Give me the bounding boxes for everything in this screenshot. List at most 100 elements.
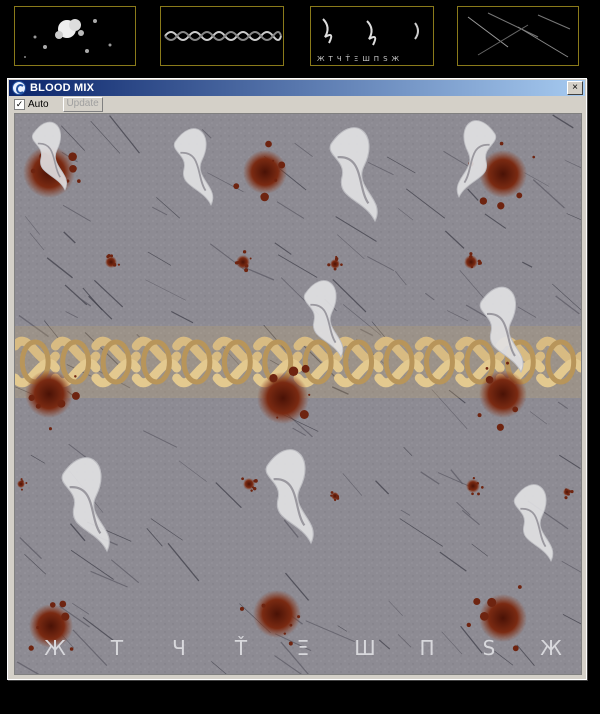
blood-droplet <box>472 476 476 480</box>
blood-droplet <box>20 480 23 483</box>
blood-droplet <box>25 481 28 484</box>
blood-splatter <box>25 370 73 418</box>
blood-droplet <box>517 585 522 589</box>
thumbnail-scratches[interactable] <box>457 6 579 66</box>
blood-droplet <box>288 641 293 646</box>
blood-droplet <box>241 477 244 481</box>
blood-droplet <box>512 406 519 413</box>
rune-glyph: Ѕ <box>483 636 496 660</box>
blood-droplet <box>20 478 23 481</box>
blood-droplet <box>77 179 81 183</box>
tribal-glyphs-preview: ЖТЧŤΞШΠЅЖ <box>317 18 419 63</box>
blood-droplet <box>274 178 278 182</box>
blood-droplet <box>68 152 77 161</box>
texture-thumbnail-strip: ЖТЧŤΞШΠЅЖ <box>0 0 600 76</box>
blood-droplet <box>30 168 36 174</box>
blood-droplet <box>112 263 117 267</box>
blood-droplet <box>271 159 275 162</box>
blood-splatter <box>479 370 527 418</box>
auto-checkbox-label[interactable]: Auto <box>28 99 49 110</box>
blood-droplet <box>469 252 473 256</box>
blood-droplet <box>564 488 568 491</box>
rune-glyph: Π <box>419 636 434 660</box>
blood-droplet <box>74 375 77 378</box>
blood-droplet <box>244 264 249 268</box>
update-button[interactable]: Update <box>62 96 103 112</box>
blood-splatter-preview <box>24 19 112 58</box>
blood-droplet <box>567 493 570 496</box>
rune-glyph: Ť <box>234 636 248 660</box>
texture-preview-canvas[interactable]: ЖТЧŤΞШΠЅЖ <box>14 113 582 675</box>
blood-droplet <box>59 600 67 608</box>
blood-droplet <box>297 615 301 619</box>
blood-droplet <box>308 393 311 396</box>
blood-droplet <box>469 254 473 259</box>
blood-splatter <box>330 259 340 269</box>
blood-droplet <box>110 254 114 258</box>
blood-droplet <box>261 603 266 608</box>
blood-droplet <box>570 490 574 494</box>
bottom-bar <box>0 684 600 714</box>
rune-glyph: Ш <box>354 636 375 660</box>
blood-droplet <box>236 260 240 264</box>
blood-splatter <box>253 590 301 638</box>
auto-checkbox[interactable]: ✓ <box>14 98 25 110</box>
blood-droplet <box>283 632 287 635</box>
rune-glyph: Т <box>110 636 124 660</box>
blood-droplet <box>69 647 74 651</box>
blood-droplet <box>481 486 484 489</box>
blood-droplet <box>479 611 489 621</box>
toolbar: ✓ Auto Update <box>10 96 584 112</box>
thumbnail-blood-splatter[interactable] <box>14 6 136 66</box>
blood-droplet <box>477 492 480 496</box>
thumbnail-celtic-knot[interactable] <box>160 6 284 66</box>
blood-droplet <box>471 492 474 496</box>
blood-droplet <box>48 427 52 431</box>
blood-droplet <box>485 367 489 370</box>
blood-splatter <box>466 479 480 493</box>
blood-droplet <box>117 263 121 266</box>
blood-droplet <box>260 192 269 202</box>
blood-droplet <box>487 597 497 607</box>
blood-droplet <box>516 192 523 199</box>
rune-glyph: Ж <box>540 636 562 660</box>
blood-droplet <box>477 413 482 418</box>
blood-mix-texture: ЖТЧŤΞШΠЅЖ <box>15 114 581 674</box>
blood-droplet <box>499 141 504 146</box>
blood-droplet <box>269 374 278 383</box>
blood-droplet <box>340 263 343 266</box>
blood-droplet <box>249 257 252 260</box>
blood-splatter <box>243 150 287 194</box>
blood-droplet <box>250 489 253 492</box>
blood-droplet <box>330 491 334 494</box>
celtic-knot-preview <box>164 31 282 41</box>
blood-droplet <box>35 403 41 409</box>
svg-text:ЖТЧŤΞШΠЅЖ: ЖТЧŤΞШΠЅЖ <box>317 54 403 63</box>
blood-droplet <box>466 622 471 628</box>
rune-glyph: Ж <box>44 636 66 660</box>
blood-droplet <box>288 366 299 377</box>
blood-droplet <box>335 255 338 259</box>
blood-droplet <box>278 161 286 169</box>
blood-droplet <box>69 164 77 173</box>
blood-droplet <box>470 265 474 269</box>
blood-droplet <box>330 494 333 497</box>
blood-droplet <box>512 645 519 652</box>
blood-droplet <box>299 410 309 419</box>
close-button[interactable]: × <box>567 81 583 95</box>
rune-row: ЖТЧŤΞШΠЅЖ <box>44 636 562 660</box>
blood-droplet <box>28 394 35 401</box>
blood-mix-window: BLOOD MIX × ✓ Auto Update Ж Т Ч Ť Ξ Ш Π … <box>7 78 587 680</box>
title-bar[interactable]: BLOOD MIX × <box>9 80 585 96</box>
blood-droplet <box>335 495 339 499</box>
blood-droplet <box>28 645 34 651</box>
blood-droplet <box>468 487 471 490</box>
scratches-preview <box>467 12 571 58</box>
blood-droplet <box>333 498 337 502</box>
blood-droplet <box>106 255 110 259</box>
thumbnail-tribal-glyphs[interactable]: ЖТЧŤΞШΠЅЖ <box>310 6 434 66</box>
blood-droplet <box>57 399 66 408</box>
blood-droplet <box>242 250 247 254</box>
blood-droplet <box>244 268 249 273</box>
blood-droplet <box>497 202 505 210</box>
